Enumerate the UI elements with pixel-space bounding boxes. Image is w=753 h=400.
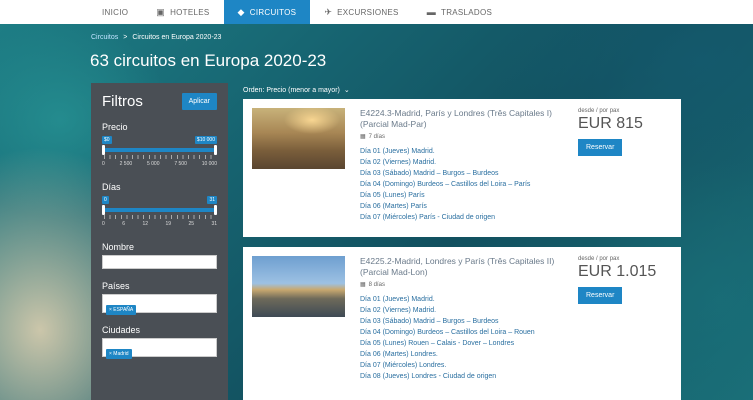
itinerary-item[interactable]: Día 02 (Viernes) Madrid. (360, 157, 565, 168)
tour-days: 7 días (368, 133, 386, 140)
plane-icon: ✈ (324, 6, 333, 17)
days-max-badge: 31 (207, 196, 217, 204)
countries-filter-label: Países (102, 281, 130, 291)
nav-hoteles[interactable]: ▣ HOTELES (142, 0, 223, 24)
itinerary-item[interactable]: Día 04 (Domingo) Burdeos – Castillos del… (360, 327, 565, 338)
days-slider-track (104, 208, 215, 212)
days-filter-label: Días (102, 182, 121, 192)
itinerary-item[interactable]: Día 03 (Sábado) Madrid – Burgos – Burdeo… (360, 316, 565, 327)
city-chip[interactable]: × Madrid (106, 349, 132, 359)
car-icon: ▬ (426, 7, 437, 17)
nav-circuitos[interactable]: ◆ CIRCUITOS (223, 0, 311, 24)
filters-panel: Filtros Aplicar Precio $0 $10 000 0 2 50… (91, 83, 228, 400)
breadcrumb: Circuitos > Circuitos en Europa 2020-23 (91, 34, 221, 41)
tour-thumbnail-image[interactable] (252, 108, 345, 169)
itinerary-item[interactable]: Día 05 (Lunes) Rouen – Calais - Dover – … (360, 338, 565, 349)
itinerary-item[interactable]: Día 06 (Martes) Londres. (360, 349, 565, 360)
reserve-button[interactable]: Reservar (578, 287, 623, 304)
calendar-icon: ▦ (360, 134, 366, 140)
price-label: desde / por pax (578, 108, 620, 114)
price-tick-label: 7 500 (174, 161, 187, 167)
price-value: EUR 815 (578, 115, 643, 132)
itinerary-item[interactable]: Día 04 (Domingo) Burdeos – Castillos del… (360, 179, 565, 190)
result-card: E4225.2-Madrid, Londres y París (Três Ca… (243, 247, 681, 400)
itinerary-item[interactable]: Día 08 (Jueves) Londres - Ciudad de orig… (360, 371, 565, 382)
itinerary-item[interactable]: Día 02 (Viernes) Madrid. (360, 305, 565, 316)
result-card: E4224.3-Madrid, París y Londres (Três Ca… (243, 99, 681, 237)
breadcrumb-current: Circuitos en Europa 2020-23 (132, 34, 222, 41)
days-min-handle[interactable] (102, 205, 105, 215)
price-label: desde / por pax (578, 256, 620, 262)
chevron-down-icon: ⌄ (343, 87, 350, 94)
price-slider-track (104, 148, 215, 152)
tag-icon: ◆ (237, 6, 245, 17)
days-slider-ticks (104, 215, 215, 219)
days-tick-label: 0 (102, 221, 105, 227)
itinerary-item[interactable]: Día 03 (Sábado) Madrid – Burgos – Burdeo… (360, 168, 565, 179)
price-tick-label: 10 000 (201, 161, 217, 167)
tour-thumbnail-image[interactable] (252, 256, 345, 317)
breadcrumb-separator: > (123, 34, 128, 41)
itinerary-item[interactable]: Día 07 (Miércoles) París - Ciudad de ori… (360, 212, 565, 223)
nav-excursiones-label: EXCURSIONES (337, 7, 399, 17)
itinerary-item[interactable]: Día 01 (Jueves) Madrid. (360, 294, 565, 305)
nav-inicio-label: INICIO (102, 7, 129, 17)
tour-days: 8 días (368, 281, 386, 288)
nav-circuitos-label: CIRCUITOS (249, 7, 297, 17)
suitcase-icon: ▣ (156, 6, 166, 17)
price-slider-ticks (104, 155, 215, 159)
itinerary-item[interactable]: Día 01 (Jueves) Madrid. (360, 146, 565, 157)
days-tick-label: 31 (211, 221, 217, 227)
days-min-badge: 0 (102, 196, 109, 204)
price-min-handle[interactable] (102, 145, 105, 155)
days-tick-label: 25 (188, 221, 194, 227)
breadcrumb-link-circuitos[interactable]: Circuitos (91, 34, 118, 41)
tour-title[interactable]: E4224.3-Madrid, París y Londres (Três Ca… (360, 108, 565, 129)
itinerary-item[interactable]: Día 05 (Lunes) París (360, 190, 565, 201)
price-max-handle[interactable] (214, 145, 217, 155)
days-slider[interactable]: 0 31 0 6 12 19 25 31 (102, 194, 217, 230)
cities-input[interactable]: × Madrid (102, 338, 217, 359)
days-tick-label: 12 (142, 221, 148, 227)
price-max-badge: $10 000 (194, 136, 217, 144)
nav-traslados[interactable]: ▬ TRASLADOS (413, 0, 506, 24)
itinerary-item[interactable]: Día 07 (Miércoles) Londres. (360, 360, 565, 371)
days-max-handle[interactable] (214, 205, 217, 215)
itinerary-list: Día 01 (Jueves) Madrid. Día 02 (Viernes)… (360, 146, 565, 223)
days-tick-label: 6 (122, 221, 125, 227)
apply-button[interactable]: Aplicar (181, 93, 217, 110)
cities-filter-label: Ciudades (102, 325, 141, 335)
calendar-icon: ▦ (360, 282, 366, 288)
reserve-button[interactable]: Reservar (578, 139, 623, 156)
price-tick-label: 5 000 (146, 161, 160, 167)
countries-input[interactable]: × ESPAÑA (102, 294, 217, 315)
tour-title[interactable]: E4225.2-Madrid, Londres y París (Três Ca… (360, 256, 565, 277)
page-title: 63 circuitos en Europa 2020-23 (90, 51, 327, 70)
sort-label: Orden: Precio (menor a mayor) (243, 86, 340, 94)
itinerary-item[interactable]: Día 06 (Martes) París (360, 201, 565, 212)
name-input[interactable] (102, 255, 217, 269)
filters-title: Filtros (102, 93, 143, 110)
price-value: EUR 1.015 (578, 263, 657, 280)
price-filter-label: Precio (102, 122, 128, 132)
name-filter-label: Nombre (102, 242, 135, 252)
top-navigation: INICIO ▣ HOTELES ◆ CIRCUITOS ✈ EXCURSION… (0, 0, 753, 24)
itinerary-list: Día 01 (Jueves) Madrid. Día 02 (Viernes)… (360, 294, 565, 382)
nav-hoteles-label: HOTELES (170, 7, 210, 17)
price-tick-label: 2 500 (119, 161, 133, 167)
price-tick-label: 0 (102, 161, 105, 167)
country-chip[interactable]: × ESPAÑA (106, 305, 137, 315)
sort-dropdown[interactable]: Orden: Precio (menor a mayor) ⌄ (243, 86, 350, 95)
nav-inicio[interactable]: INICIO (88, 0, 142, 24)
nav-traslados-label: TRASLADOS (441, 7, 493, 17)
price-slider[interactable]: $0 $10 000 0 2 500 5 000 7 500 10 000 (102, 134, 217, 170)
days-tick-label: 19 (165, 221, 171, 227)
price-min-badge: $0 (102, 136, 112, 144)
nav-excursiones[interactable]: ✈ EXCURSIONES (310, 0, 412, 24)
